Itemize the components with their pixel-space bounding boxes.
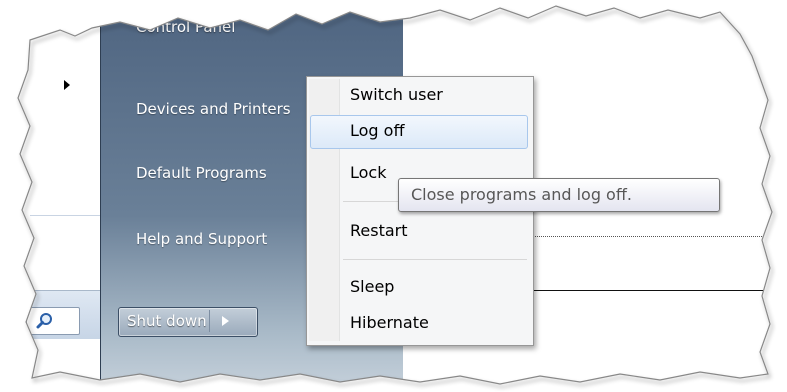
screenshot-canvas: Control Panel Devices and Printers Defau… xyxy=(0,0,787,392)
torn-edge-frame xyxy=(0,0,787,392)
